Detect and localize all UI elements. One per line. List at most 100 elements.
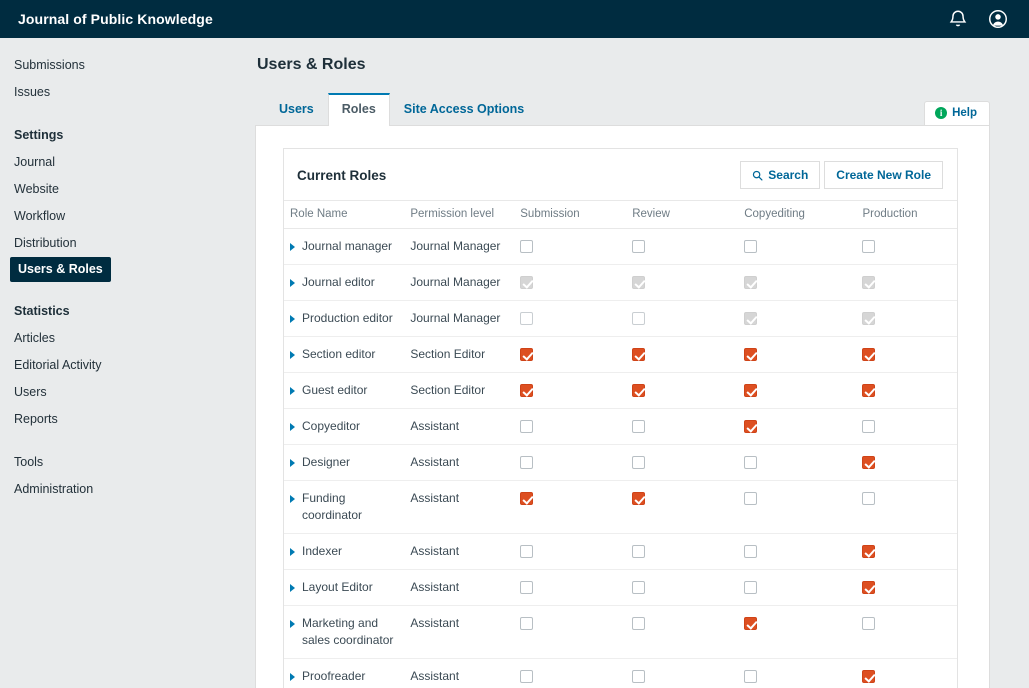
- cell-permission-level: Journal Manager: [404, 229, 514, 265]
- role-name-label: Guest editor: [302, 382, 367, 399]
- cell-production: [856, 445, 957, 481]
- checkbox-copyeditor-submission[interactable]: [520, 420, 533, 433]
- checkbox-indexer-copyediting[interactable]: [744, 545, 757, 558]
- checkbox-guest-editor-review[interactable]: [632, 384, 645, 397]
- create-new-role-button[interactable]: Create New Role: [824, 161, 943, 189]
- role-name-wrap: Funding coordinator: [290, 490, 398, 524]
- checkbox-designer-submission[interactable]: [520, 456, 533, 469]
- expand-arrow-icon[interactable]: [290, 459, 295, 467]
- checkbox-indexer-production[interactable]: [862, 545, 875, 558]
- cell-copyediting: [738, 301, 856, 337]
- expand-arrow-icon[interactable]: [290, 423, 295, 431]
- sidebar-item-articles[interactable]: Articles: [0, 325, 245, 352]
- main-content: Users & Roles UsersRolesSite Access Opti…: [245, 38, 1029, 688]
- cell-role-name: Copyeditor: [284, 409, 404, 445]
- checkbox-marketing-and-sales-coordinator-submission[interactable]: [520, 617, 533, 630]
- checkbox-guest-editor-copyediting[interactable]: [744, 384, 757, 397]
- sidebar-item-tools[interactable]: Tools: [0, 449, 245, 476]
- roles-table: Role Name Permission level Submission Re…: [284, 200, 957, 688]
- checkbox-funding-coordinator-production[interactable]: [862, 492, 875, 505]
- cell-submission: [514, 534, 626, 570]
- checkbox-layout-editor-copyediting[interactable]: [744, 581, 757, 594]
- role-name-label: Funding coordinator: [302, 490, 398, 524]
- expand-arrow-icon[interactable]: [290, 548, 295, 556]
- checkbox-layout-editor-submission[interactable]: [520, 581, 533, 594]
- sidebar-item-issues[interactable]: Issues: [0, 79, 245, 106]
- search-button[interactable]: Search: [740, 161, 820, 189]
- sidebar-item-website[interactable]: Website: [0, 176, 245, 203]
- checkbox-proofreader-review[interactable]: [632, 670, 645, 683]
- tab-site-access-options[interactable]: Site Access Options: [390, 93, 538, 126]
- checkbox-guest-editor-submission[interactable]: [520, 384, 533, 397]
- checkbox-section-editor-submission[interactable]: [520, 348, 533, 361]
- checkbox-journal-manager-submission[interactable]: [520, 240, 533, 253]
- checkbox-funding-coordinator-submission[interactable]: [520, 492, 533, 505]
- help-button[interactable]: i Help: [924, 101, 990, 125]
- sidebar-item-journal[interactable]: Journal: [0, 149, 245, 176]
- checkbox-proofreader-copyediting[interactable]: [744, 670, 757, 683]
- sidebar-item-users-roles[interactable]: Users & Roles: [10, 257, 111, 282]
- checkbox-indexer-review[interactable]: [632, 545, 645, 558]
- checkbox-layout-editor-review[interactable]: [632, 581, 645, 594]
- cell-permission-level: Assistant: [404, 659, 514, 688]
- col-header-production: Production: [856, 201, 957, 229]
- sidebar-item-administration[interactable]: Administration: [0, 476, 245, 503]
- checkbox-section-editor-production[interactable]: [862, 348, 875, 361]
- page-body: SubmissionsIssuesSettingsJournalWebsiteW…: [0, 38, 1029, 688]
- checkbox-production-editor-review: [632, 312, 645, 325]
- checkbox-copyeditor-copyediting[interactable]: [744, 420, 757, 433]
- col-header-role-name: Role Name: [284, 201, 404, 229]
- tab-roles[interactable]: Roles: [328, 93, 390, 126]
- checkbox-marketing-and-sales-coordinator-production[interactable]: [862, 617, 875, 630]
- sidebar-item-submissions[interactable]: Submissions: [0, 52, 245, 79]
- checkbox-layout-editor-production[interactable]: [862, 581, 875, 594]
- checkbox-guest-editor-production[interactable]: [862, 384, 875, 397]
- sidebar-item-distribution[interactable]: Distribution: [0, 230, 245, 257]
- cell-submission: [514, 337, 626, 373]
- sidebar-item-users[interactable]: Users: [0, 379, 245, 406]
- checkbox-production-editor-production: [862, 312, 875, 325]
- expand-arrow-icon[interactable]: [290, 243, 295, 251]
- checkbox-section-editor-review[interactable]: [632, 348, 645, 361]
- checkbox-copyeditor-production[interactable]: [862, 420, 875, 433]
- role-name-wrap: Copyeditor: [290, 418, 398, 435]
- checkbox-proofreader-submission[interactable]: [520, 670, 533, 683]
- sidebar-item-workflow[interactable]: Workflow: [0, 203, 245, 230]
- expand-arrow-icon[interactable]: [290, 673, 295, 681]
- cell-role-name: Journal manager: [284, 229, 404, 265]
- checkbox-copyeditor-review[interactable]: [632, 420, 645, 433]
- checkbox-marketing-and-sales-coordinator-copyediting[interactable]: [744, 617, 757, 630]
- expand-arrow-icon[interactable]: [290, 387, 295, 395]
- checkbox-journal-manager-copyediting[interactable]: [744, 240, 757, 253]
- checkbox-journal-manager-review[interactable]: [632, 240, 645, 253]
- bell-icon[interactable]: [947, 8, 969, 30]
- checkbox-funding-coordinator-review[interactable]: [632, 492, 645, 505]
- expand-arrow-icon[interactable]: [290, 620, 295, 628]
- cell-submission: [514, 659, 626, 688]
- sidebar-item-reports[interactable]: Reports: [0, 406, 245, 433]
- expand-arrow-icon[interactable]: [290, 495, 295, 503]
- expand-arrow-icon[interactable]: [290, 315, 295, 323]
- cell-production: [856, 337, 957, 373]
- cell-production: [856, 373, 957, 409]
- tab-users[interactable]: Users: [265, 93, 328, 126]
- user-avatar-icon[interactable]: [987, 8, 1009, 30]
- role-name-label: Section editor: [302, 346, 375, 363]
- expand-arrow-icon[interactable]: [290, 584, 295, 592]
- checkbox-section-editor-copyediting[interactable]: [744, 348, 757, 361]
- role-name-wrap: Production editor: [290, 310, 398, 327]
- checkbox-designer-copyediting[interactable]: [744, 456, 757, 469]
- expand-arrow-icon[interactable]: [290, 351, 295, 359]
- expand-arrow-icon[interactable]: [290, 279, 295, 287]
- checkbox-funding-coordinator-copyediting[interactable]: [744, 492, 757, 505]
- sidebar-item-editorial-activity[interactable]: Editorial Activity: [0, 352, 245, 379]
- page-title: Users & Roles: [257, 56, 1029, 74]
- checkbox-designer-production[interactable]: [862, 456, 875, 469]
- sidebar-group-gap: [0, 108, 245, 122]
- table-row: Production editorJournal Manager: [284, 301, 957, 337]
- checkbox-designer-review[interactable]: [632, 456, 645, 469]
- checkbox-journal-manager-production[interactable]: [862, 240, 875, 253]
- checkbox-marketing-and-sales-coordinator-review[interactable]: [632, 617, 645, 630]
- checkbox-indexer-submission[interactable]: [520, 545, 533, 558]
- checkbox-proofreader-production[interactable]: [862, 670, 875, 683]
